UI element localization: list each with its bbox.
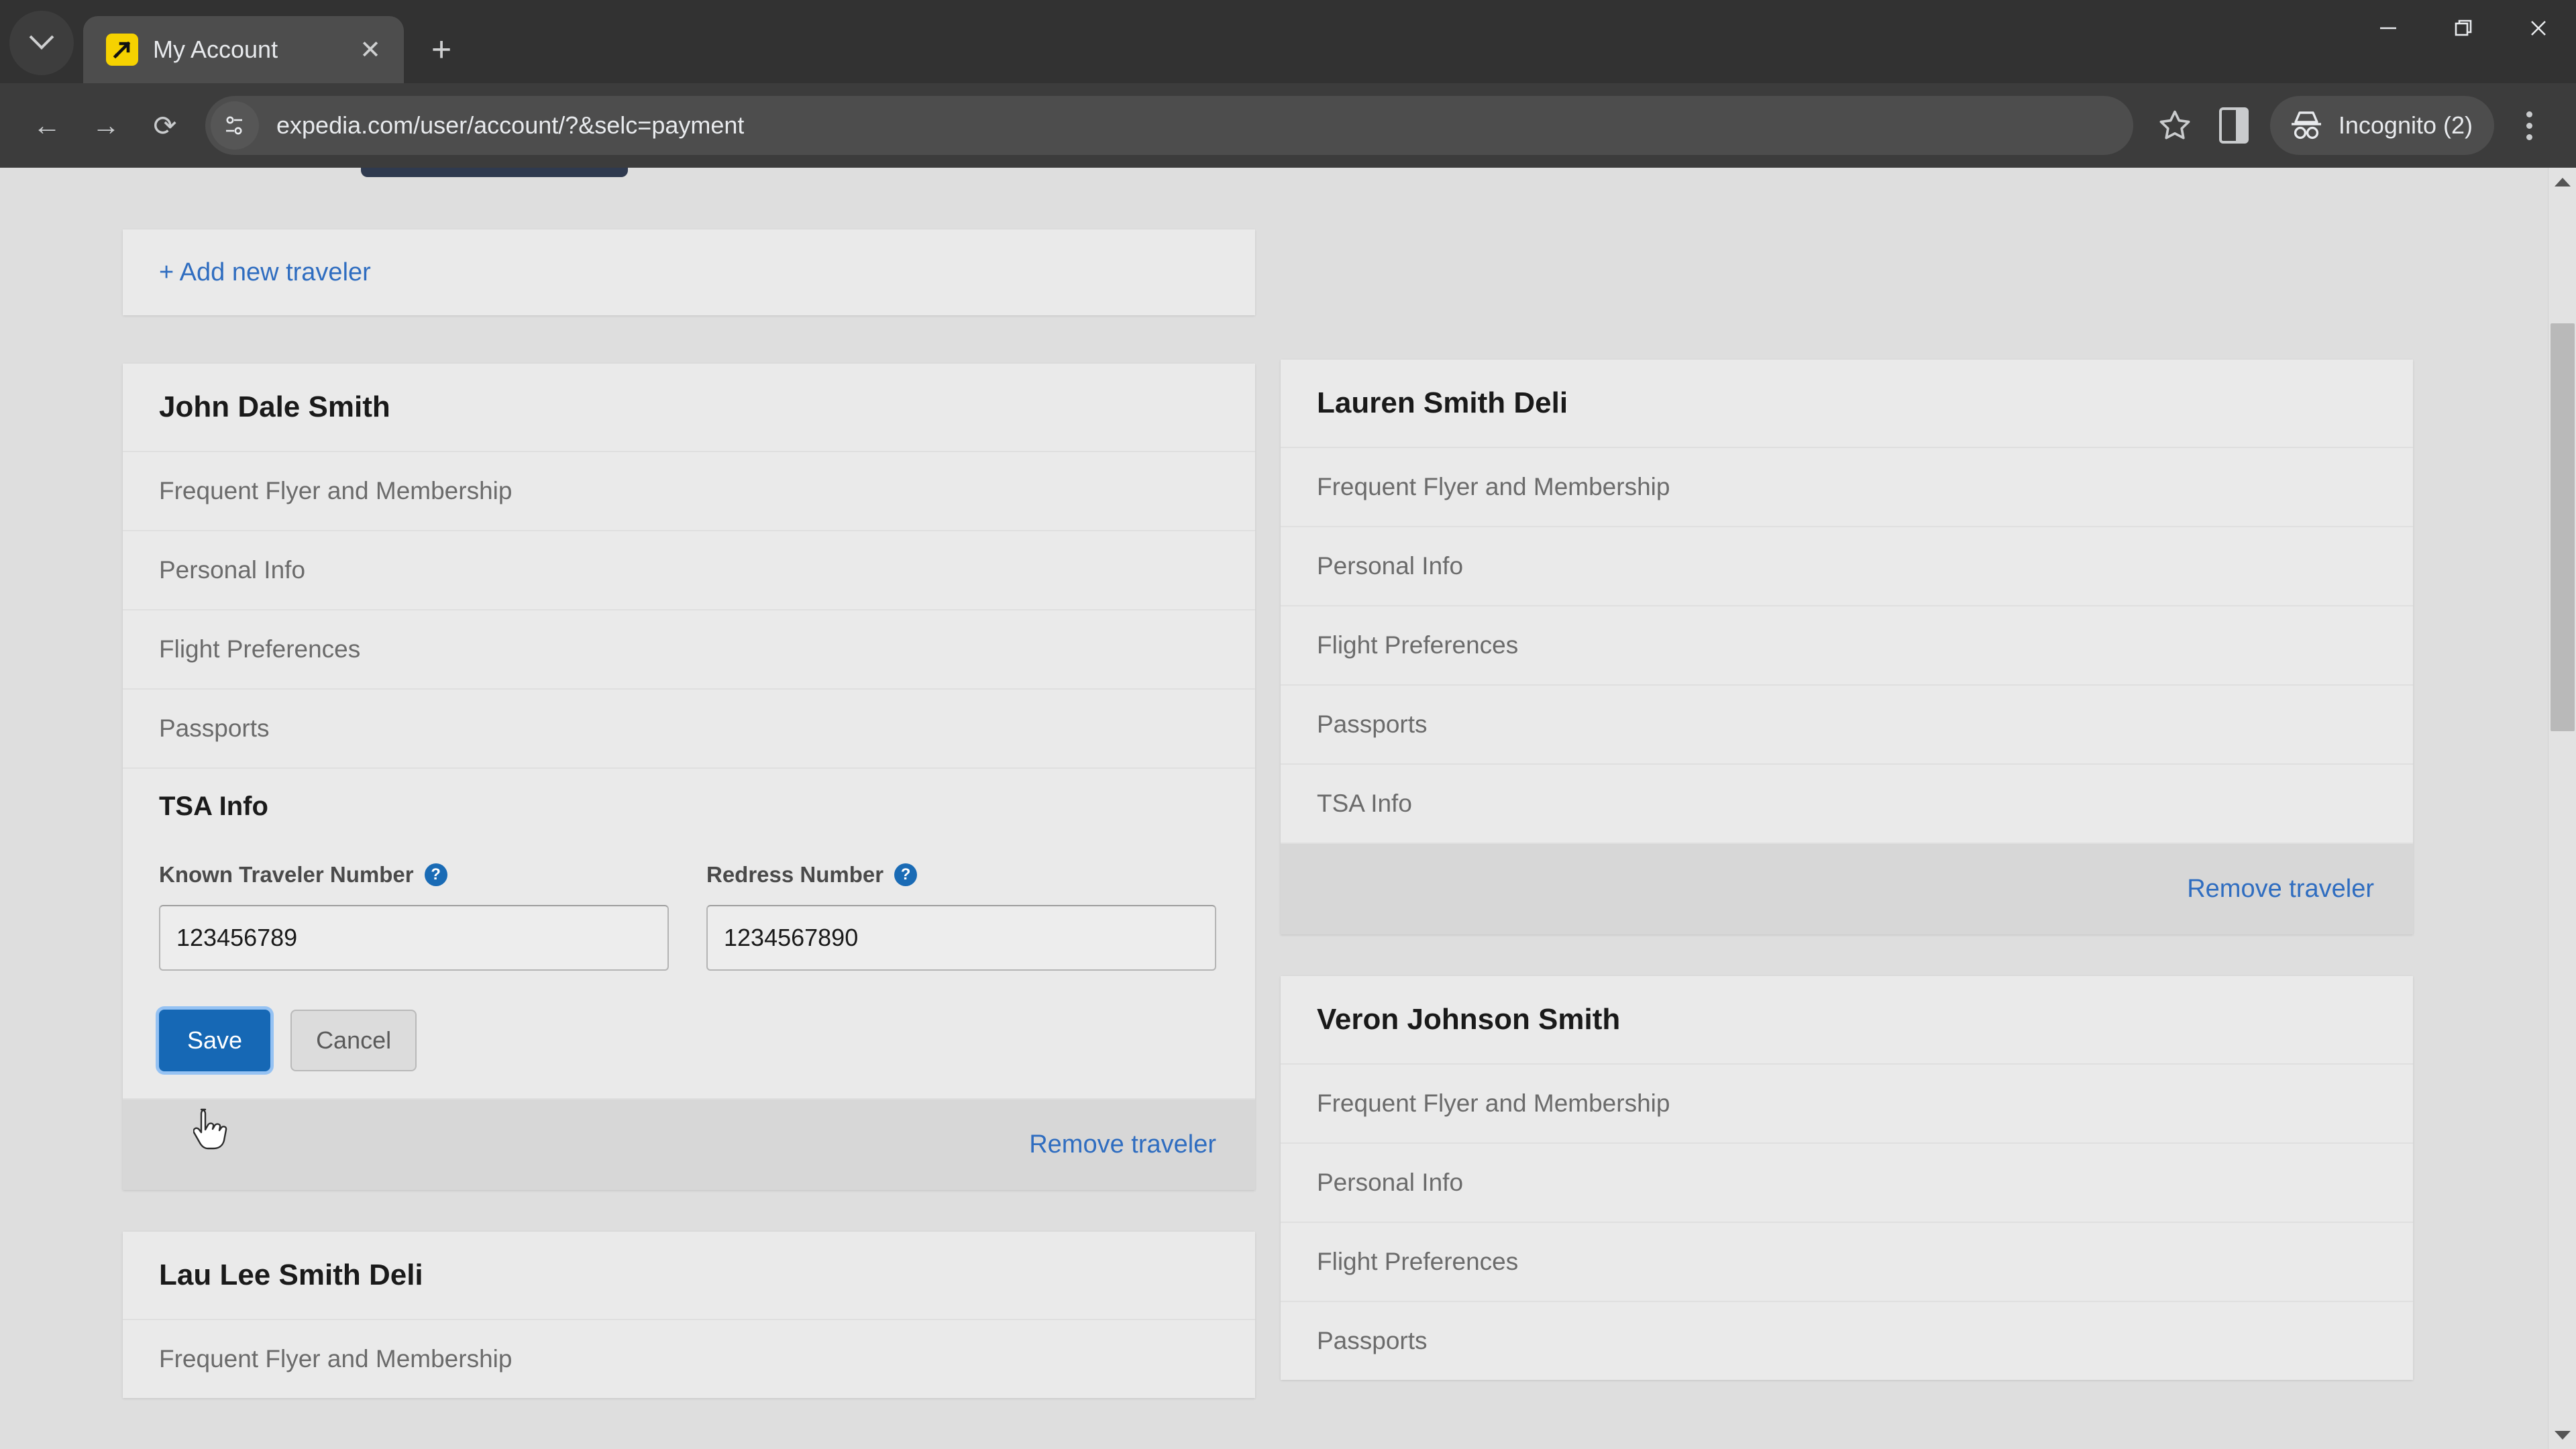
kebab-dot xyxy=(2526,133,2532,140)
kebab-dot xyxy=(2526,111,2532,117)
browser-menu-button[interactable] xyxy=(2500,96,2559,155)
scrollbar-thumb[interactable] xyxy=(2551,323,2575,731)
star-icon xyxy=(2159,110,2190,140)
traveler-section-frequent-flyer[interactable]: Frequent Flyer and Membership xyxy=(123,1320,1255,1398)
browser-tab[interactable]: My Account ✕ xyxy=(83,16,404,83)
site-settings-icon[interactable] xyxy=(211,101,259,150)
tsa-info-section: TSA Info Known Traveler Number ? 1234567… xyxy=(123,769,1255,1099)
incognito-icon xyxy=(2291,111,2321,140)
remove-traveler-link[interactable]: Remove traveler xyxy=(2187,875,2374,903)
remove-traveler-link[interactable]: Remove traveler xyxy=(1029,1130,1216,1159)
incognito-label: Incognito (2) xyxy=(2338,111,2473,139)
browser-toolbar: ← → ⟳ expedia.com/user/account/?&selc=pa… xyxy=(0,83,2576,168)
tab-title: My Account xyxy=(153,36,278,63)
tab-close-icon[interactable]: ✕ xyxy=(352,31,389,68)
reload-button[interactable]: ⟳ xyxy=(136,96,195,155)
window-controls xyxy=(2351,0,2576,56)
browser-window: My Account ✕ + ← → ⟳ expedia.com/user/ac… xyxy=(0,0,2576,1449)
travelers-grid: + Add new traveler John Dale Smith Frequ… xyxy=(0,168,2530,1449)
scroll-down-button[interactable] xyxy=(2548,1421,2576,1449)
address-bar[interactable]: expedia.com/user/account/?&selc=payment xyxy=(205,96,2133,155)
traveler-section-passports[interactable]: Passports xyxy=(123,690,1255,769)
redress-number-field-group: Redress Number ? xyxy=(706,862,1216,971)
close-icon xyxy=(2531,21,2546,36)
left-column: + Add new traveler John Dale Smith Frequ… xyxy=(123,168,1255,1449)
forward-button[interactable]: → xyxy=(76,96,136,155)
save-button[interactable]: Save xyxy=(159,1010,271,1071)
traveler-section-personal-info[interactable]: Personal Info xyxy=(123,531,1255,610)
redress-number-label: Redress Number ? xyxy=(706,862,1216,888)
tab-strip: My Account ✕ + xyxy=(0,0,2576,83)
tsa-info-heading: TSA Info xyxy=(159,792,268,821)
scroll-up-button[interactable] xyxy=(2548,168,2576,196)
traveler-section-flight-preferences[interactable]: Flight Preferences xyxy=(1281,606,2413,686)
traveler-section-tsa-info[interactable]: TSA Info xyxy=(1281,765,2413,844)
back-button[interactable]: ← xyxy=(17,96,76,155)
tune-icon xyxy=(226,116,242,135)
traveler-name: Lauren Smith Deli xyxy=(1281,360,2413,448)
tsa-button-row: Save Cancel xyxy=(159,1010,1255,1071)
traveler-section-personal-info[interactable]: Personal Info xyxy=(1281,1144,2413,1223)
traveler-section-flight-preferences[interactable]: Flight Preferences xyxy=(1281,1223,2413,1302)
traveler-card: John Dale Smith Frequent Flyer and Membe… xyxy=(123,364,1255,1190)
help-icon[interactable]: ? xyxy=(424,863,447,886)
traveler-card-footer: Remove traveler xyxy=(123,1099,1255,1190)
traveler-section-frequent-flyer[interactable]: Frequent Flyer and Membership xyxy=(1281,1065,2413,1144)
add-new-traveler-link[interactable]: + Add new traveler xyxy=(159,258,371,287)
tab-search-button[interactable] xyxy=(9,11,74,75)
traveler-name: Veron Johnson Smith xyxy=(1281,976,2413,1065)
redress-number-input[interactable] xyxy=(706,905,1216,971)
restore-button[interactable] xyxy=(2426,0,2501,56)
tsa-fields-row: Known Traveler Number ? Redress Number ? xyxy=(159,862,1255,971)
chevron-down-icon xyxy=(29,25,54,50)
minimize-button[interactable] xyxy=(2351,0,2426,56)
cancel-button[interactable]: Cancel xyxy=(290,1010,417,1071)
traveler-section-passports[interactable]: Passports xyxy=(1281,1302,2413,1380)
traveler-card: Veron Johnson Smith Frequent Flyer and M… xyxy=(1281,976,2413,1380)
redress-number-label-text: Redress Number xyxy=(706,862,884,887)
traveler-card: Lau Lee Smith Deli Frequent Flyer and Me… xyxy=(123,1232,1255,1398)
right-column: Lauren Smith Deli Frequent Flyer and Mem… xyxy=(1281,168,2413,1449)
add-new-traveler-card[interactable]: + Add new traveler xyxy=(123,229,1255,315)
traveler-section-frequent-flyer[interactable]: Frequent Flyer and Membership xyxy=(1281,448,2413,527)
right-column-spacer xyxy=(1281,168,2413,360)
help-icon[interactable]: ? xyxy=(894,863,918,886)
arrow-glyph xyxy=(113,41,131,59)
known-traveler-number-label-text: Known Traveler Number xyxy=(159,862,414,887)
address-bar-url: expedia.com/user/account/?&selc=payment xyxy=(276,111,745,139)
traveler-section-passports[interactable]: Passports xyxy=(1281,686,2413,765)
minimize-icon xyxy=(2380,27,2396,30)
expedia-favicon-icon xyxy=(106,34,138,66)
bookmark-star-icon[interactable] xyxy=(2145,96,2204,155)
traveler-name: Lau Lee Smith Deli xyxy=(123,1232,1255,1320)
traveler-card-footer: Remove traveler xyxy=(1281,844,2413,934)
page-scrollbar[interactable] xyxy=(2548,168,2576,1449)
known-traveler-number-field-group: Known Traveler Number ? xyxy=(159,862,669,971)
close-button[interactable] xyxy=(2501,0,2576,56)
traveler-name: John Dale Smith xyxy=(123,364,1255,452)
kebab-dot xyxy=(2526,122,2532,129)
traveler-card: Lauren Smith Deli Frequent Flyer and Mem… xyxy=(1281,360,2413,934)
traveler-section-flight-preferences[interactable]: Flight Preferences xyxy=(123,610,1255,690)
known-traveler-number-label: Known Traveler Number ? xyxy=(159,862,669,888)
traveler-section-personal-info[interactable]: Personal Info xyxy=(1281,527,2413,606)
incognito-indicator[interactable]: Incognito (2) xyxy=(2269,96,2494,155)
traveler-section-frequent-flyer[interactable]: Frequent Flyer and Membership xyxy=(123,452,1255,531)
restore-icon xyxy=(2455,19,2472,36)
known-traveler-number-input[interactable] xyxy=(159,905,669,971)
chevron-up-icon xyxy=(2555,177,2571,186)
page-viewport: + Add new traveler John Dale Smith Frequ… xyxy=(0,168,2576,1449)
chevron-down-icon xyxy=(2555,1430,2571,1440)
side-panel-button[interactable] xyxy=(2204,96,2263,155)
side-panel-icon xyxy=(2218,107,2249,144)
new-tab-button[interactable]: + xyxy=(417,25,466,74)
